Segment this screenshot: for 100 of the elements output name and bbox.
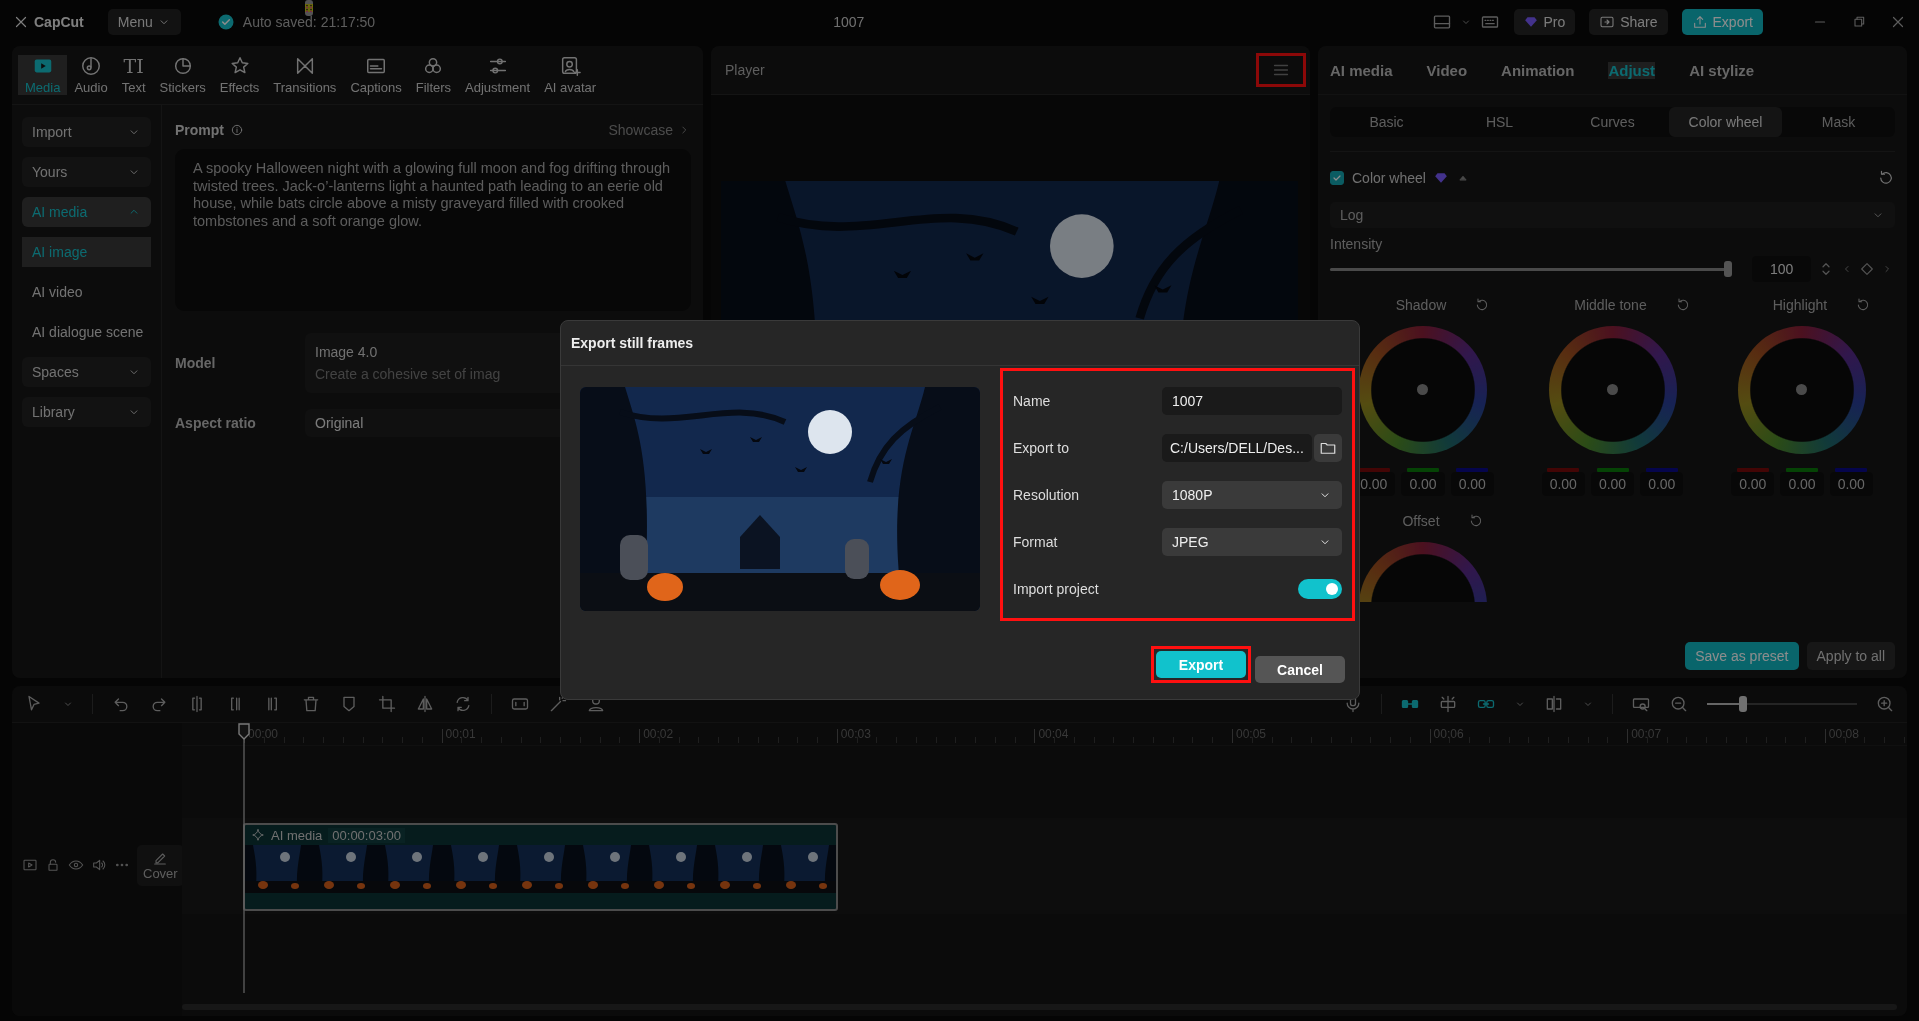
wheel-label: Highlight — [1772, 297, 1828, 313]
reset-icon[interactable] — [1877, 169, 1895, 187]
track-icon[interactable] — [22, 857, 38, 873]
slider-thumb[interactable] — [1724, 261, 1732, 277]
autosave-status: Auto saved: 21:17:50 — [242, 14, 376, 30]
folder-button[interactable] — [1314, 433, 1342, 462]
pro-button[interactable]: Pro — [1514, 9, 1576, 35]
wheel-label: Middle tone — [1574, 297, 1647, 313]
upload-icon — [1691, 14, 1708, 30]
speaker-icon[interactable] — [91, 857, 107, 873]
showcase-link[interactable]: Showcase — [608, 122, 691, 138]
sidebar-item[interactable]: AI dialogue scene — [22, 317, 151, 347]
saved-check-icon — [216, 13, 235, 31]
select-field[interactable]: JPEG — [1162, 527, 1342, 556]
sidebar-group[interactable]: Library — [22, 397, 151, 427]
wheel-label: Shadow — [1395, 297, 1447, 313]
wheel-handle[interactable] — [1606, 384, 1618, 395]
tool-tab[interactable]: Transitions — [266, 55, 344, 95]
eye-icon[interactable] — [68, 857, 84, 873]
intensity-field[interactable]: 100 — [1752, 256, 1812, 282]
adjust-subtab[interactable]: Mask — [1782, 107, 1895, 137]
sidebar-group[interactable]: Import — [22, 117, 151, 147]
gem-icon — [1524, 15, 1539, 29]
intensity-slider[interactable] — [1330, 261, 1730, 277]
sidebar-item[interactable]: AI image — [22, 237, 151, 267]
wheel-label: Offset — [1402, 513, 1440, 529]
value-field[interactable]: 0.00 — [1829, 472, 1873, 496]
value-field[interactable]: 0.00 — [1401, 472, 1445, 496]
slider-thumb[interactable] — [1739, 696, 1747, 712]
wand-icon[interactable] — [548, 694, 568, 714]
tool-tab[interactable]: Audio — [67, 55, 115, 95]
value-field[interactable]: 0.00 — [1640, 472, 1684, 496]
restore-icon[interactable] — [1851, 14, 1867, 30]
sidebar-group[interactable]: AI media — [22, 197, 151, 227]
share-button[interactable]: Share — [1589, 9, 1668, 35]
prompt-label: Prompt — [175, 122, 224, 138]
cover-button[interactable]: Cover — [137, 844, 184, 886]
tool-tab[interactable]: Media — [18, 55, 68, 95]
value-field[interactable]: 0.00 — [1780, 472, 1824, 496]
toggle-switch[interactable] — [1298, 578, 1342, 599]
clip-label: AI media — [271, 827, 323, 843]
tool-tab[interactable]: Filters — [408, 55, 459, 95]
wheel-handle[interactable] — [1796, 384, 1807, 395]
dialog-button[interactable]: Cancel — [1255, 656, 1345, 683]
value-field[interactable]: 0.00 — [1590, 472, 1635, 496]
adjust-subtab[interactable]: Curves — [1556, 107, 1669, 137]
sparkle-icon — [251, 828, 265, 842]
app-logo: CapCut — [34, 14, 84, 30]
inspector-tab[interactable]: Video — [1426, 61, 1468, 79]
gem-icon — [1433, 171, 1448, 185]
save-preset-button[interactable]: Save as preset — [1685, 642, 1799, 670]
sidebar-group[interactable]: Yours — [22, 157, 151, 187]
tool-tab[interactable]: AI avatar — [537, 55, 604, 95]
intensity-label: Intensity — [1330, 236, 1384, 252]
music-icon — [80, 55, 103, 77]
prompt-field[interactable]: A spooky Halloween night with a glowing full moon and fog drifting through twisted trees. Jack-o’-lanterns light a haunted path leading to an eerie old house, while bats circle above a misty graveyard filled with crooked tombstones and a soft orange glow. — [175, 149, 691, 311]
tool-tab[interactable]: Effects — [212, 55, 267, 95]
apply-all-button[interactable]: Apply to all — [1806, 642, 1895, 670]
value-field[interactable]: 0.00 — [1450, 472, 1494, 496]
checkbox[interactable] — [1330, 171, 1344, 185]
tool-tab[interactable]: Captions — [343, 55, 409, 95]
mirror-icon[interactable] — [415, 694, 435, 714]
inspector-tab[interactable]: AI media — [1330, 61, 1393, 79]
preset-select[interactable]: Log — [1330, 202, 1895, 228]
dialog-button[interactable]: Export — [1156, 651, 1246, 678]
wheel-handle[interactable] — [1417, 384, 1428, 395]
clip-duration: 00:00:03:00 — [328, 827, 405, 843]
tool-tab[interactable]: Adjustment — [458, 55, 538, 95]
adjust-subtab[interactable]: Basic — [1330, 107, 1443, 137]
value-field[interactable]: 0.00 — [1731, 472, 1775, 496]
keyframe-icon[interactable] — [1859, 261, 1876, 277]
zoom-out-icon[interactable] — [1669, 694, 1689, 714]
inspector-tab[interactable]: Adjust — [1608, 61, 1656, 79]
adjust-subtab[interactable]: HSL — [1443, 107, 1556, 137]
sidebar-group[interactable]: Spaces — [22, 357, 151, 387]
menu-button[interactable]: Menu — [107, 9, 181, 35]
player-title: Player — [725, 62, 765, 78]
aspect-ratio-label: Aspect ratio — [175, 415, 257, 431]
export-button[interactable]: Export — [1681, 9, 1763, 35]
video-clip[interactable]: AI media 00:00:03:00 — [243, 823, 838, 911]
inspector-tab[interactable]: Animation — [1501, 61, 1575, 79]
sidebar-item[interactable]: AI video — [22, 277, 151, 307]
delete-icon[interactable] — [301, 694, 321, 714]
value-field[interactable]: 0.00 — [1541, 472, 1585, 496]
field-label: Import project — [1013, 580, 1099, 597]
tool-tab[interactable]: Stickers — [152, 55, 213, 95]
lock-icon[interactable] — [45, 857, 61, 873]
dialog-title: Export still frames — [571, 335, 694, 351]
compare-icon[interactable] — [1544, 694, 1564, 714]
zoom-slider[interactable] — [1707, 696, 1857, 712]
tool-tab[interactable]: TI Text — [114, 55, 153, 95]
field-label: Format — [1013, 533, 1058, 550]
model-label: Model — [175, 355, 217, 371]
snap-icon[interactable] — [1438, 694, 1458, 714]
adjust-subtab[interactable]: Color wheel — [1669, 107, 1782, 137]
share-icon — [1599, 14, 1616, 30]
project-title: 1007 — [833, 14, 865, 30]
crop-icon[interactable] — [377, 694, 397, 714]
zoom-in-icon[interactable] — [1875, 694, 1895, 714]
inspector-tab[interactable]: AI stylize — [1689, 61, 1755, 79]
